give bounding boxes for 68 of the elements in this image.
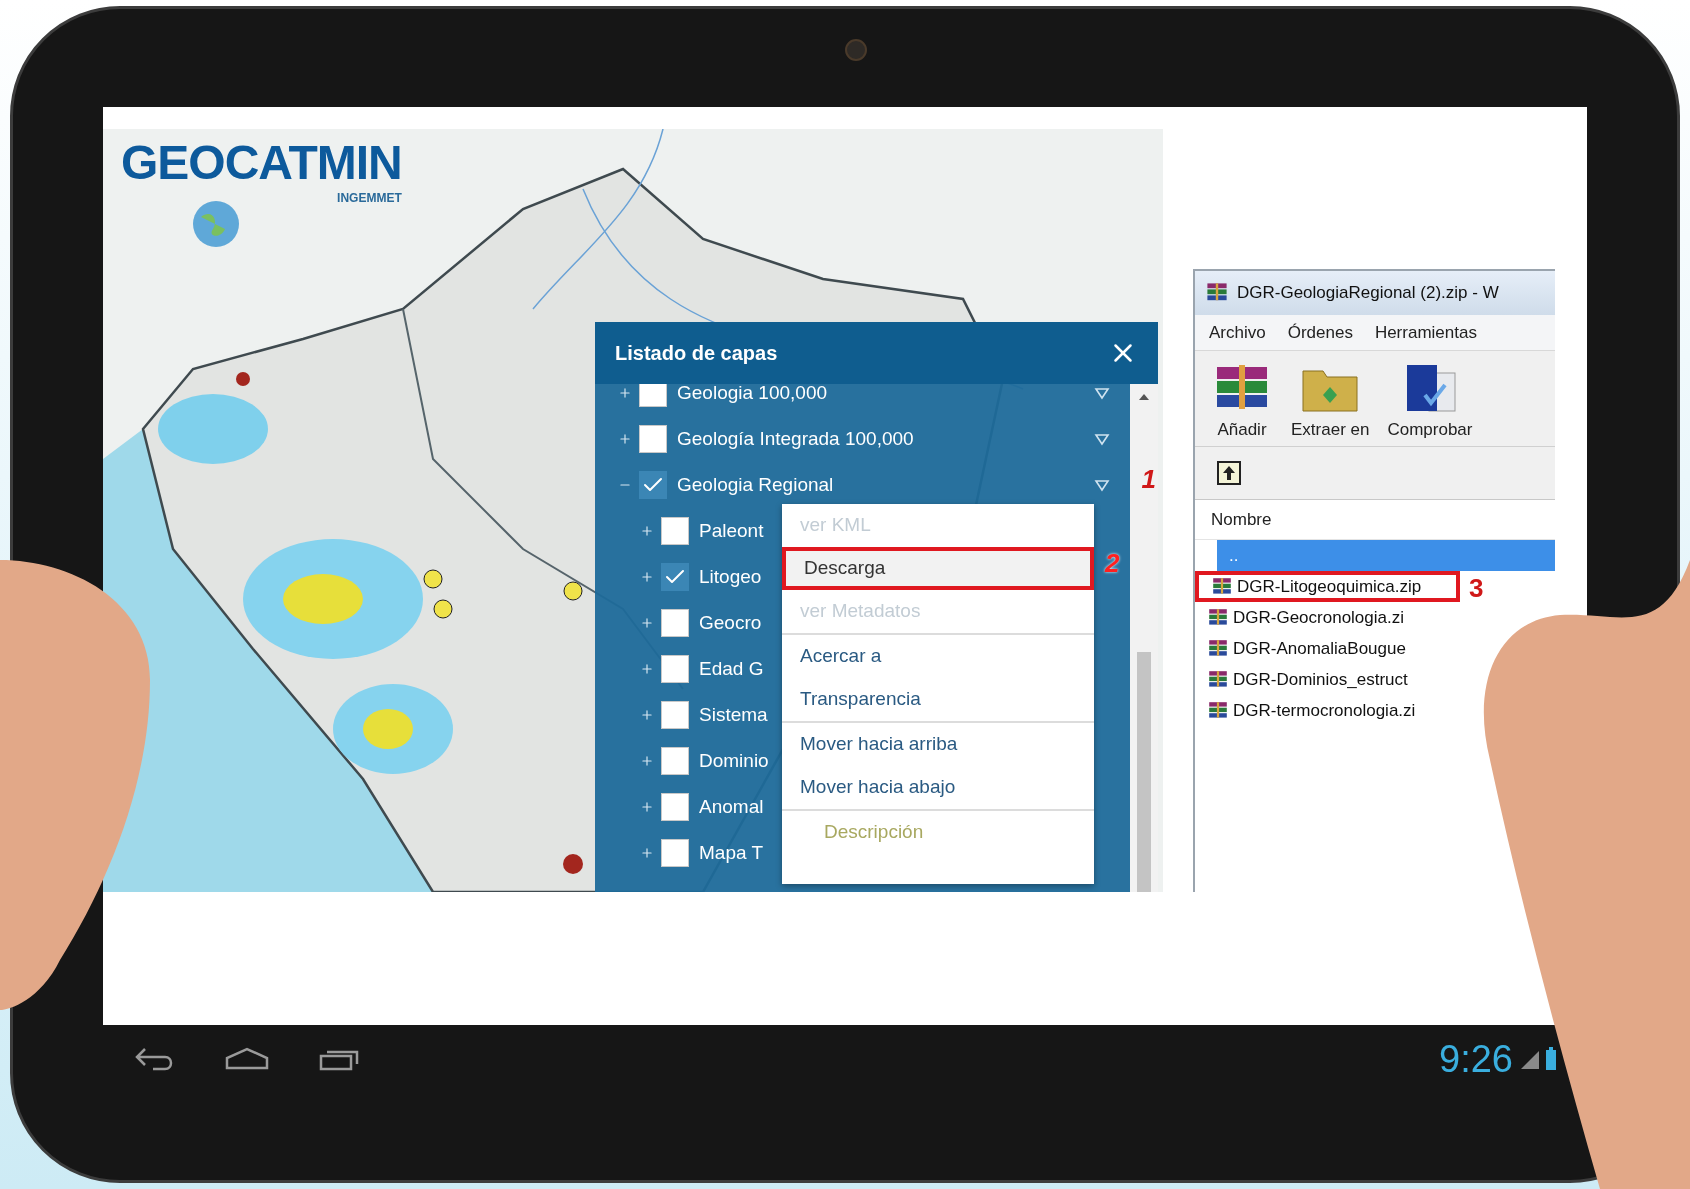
layer-label: Geologia Regional [677, 472, 834, 497]
logo-subtitle: INGEMMET [337, 190, 402, 207]
battery-icon [1545, 1047, 1557, 1071]
layer-label: Geocro [699, 610, 762, 635]
column-header[interactable]: Nombre [1211, 506, 1272, 533]
chevron-down-icon[interactable] [1094, 432, 1110, 446]
layer-checkbox[interactable] [639, 471, 667, 499]
layer-checkbox[interactable] [639, 384, 667, 407]
scroll-up-icon[interactable] [1139, 394, 1149, 400]
menu-item[interactable]: Descarga [782, 547, 1094, 590]
layer-label: Litogeo [699, 564, 762, 589]
expand-icon[interactable] [639, 661, 655, 677]
layer-label: Mapa T [699, 840, 764, 865]
step-number: 1 [1141, 463, 1156, 496]
layer-label: Geología Integrada 100,000 [677, 426, 914, 451]
layer-label: Sistema [699, 702, 768, 727]
menu-item[interactable]: Mover hacia arriba [782, 723, 1094, 766]
up-folder-icon[interactable] [1217, 461, 1241, 485]
layer-label: Edad G [699, 656, 764, 681]
menu-item[interactable]: Mover hacia abajo [782, 766, 1094, 809]
toolbar-button[interactable]: Extraer en [1291, 360, 1370, 442]
layer-checkbox[interactable] [661, 793, 689, 821]
globe-icon [191, 199, 241, 249]
panel-title: Listado de capas [615, 341, 778, 366]
expand-icon[interactable] [639, 799, 655, 815]
layer-label: Paleont [699, 518, 764, 543]
expand-icon[interactable] [639, 523, 655, 539]
layer-checkbox[interactable] [661, 609, 689, 637]
signal-icon [1519, 1049, 1541, 1071]
file-row[interactable]: DGR-AnomaliaBougue [1195, 633, 1410, 664]
layer-checkbox[interactable] [661, 747, 689, 775]
layer-checkbox[interactable] [639, 425, 667, 453]
app-logo: GEOCATMIN [121, 137, 402, 189]
scrollbar-thumb[interactable] [1137, 652, 1151, 892]
menu-item[interactable]: Acercar a [782, 635, 1094, 678]
layer-checkbox[interactable] [661, 517, 689, 545]
step-number: 2 [1105, 547, 1120, 580]
home-icon[interactable] [223, 1046, 271, 1072]
expand-icon[interactable] [617, 385, 633, 401]
expand-icon[interactable] [639, 615, 655, 631]
expand-icon[interactable] [639, 569, 655, 585]
layer-checkbox[interactable] [661, 563, 689, 591]
step-number: 3 [1469, 572, 1484, 605]
layer-label: Geologia 100,000 [677, 384, 827, 405]
layer-checkbox[interactable] [661, 655, 689, 683]
layer-checkbox[interactable] [661, 701, 689, 729]
menu-item[interactable]: Herramientas [1374, 319, 1477, 346]
menu-item[interactable]: Archivo [1209, 319, 1266, 346]
menu-item[interactable]: Transparencia [782, 678, 1094, 721]
file-row[interactable]: DGR-Dominios_estruct [1195, 664, 1412, 695]
expand-icon[interactable] [639, 845, 655, 861]
menu-item[interactable]: Órdenes [1287, 319, 1353, 346]
clock: 9:26 [1439, 1036, 1513, 1082]
chevron-down-icon[interactable] [1094, 386, 1110, 400]
expand-icon[interactable] [617, 431, 633, 447]
window-title: DGR-GeologiaRegional (2).zip - W [1237, 282, 1499, 305]
layer-label: Dominio [699, 748, 769, 773]
toolbar-button[interactable]: Comprobar [1387, 360, 1473, 442]
file-row[interactable]: DGR-Geocronologia.zi [1195, 602, 1408, 633]
expand-icon[interactable] [639, 707, 655, 723]
file-row[interactable]: DGR-Litogeoquimica.zip [1195, 571, 1460, 602]
layer-label: Anomal [699, 794, 764, 819]
chevron-down-icon[interactable] [1094, 478, 1110, 492]
toolbar-button[interactable]: Añadir [1211, 360, 1273, 442]
layer-checkbox[interactable] [661, 839, 689, 867]
file-row[interactable]: DGR-termocronologia.zi [1195, 695, 1420, 726]
expand-icon[interactable] [639, 753, 655, 769]
camera-lens [845, 39, 867, 61]
